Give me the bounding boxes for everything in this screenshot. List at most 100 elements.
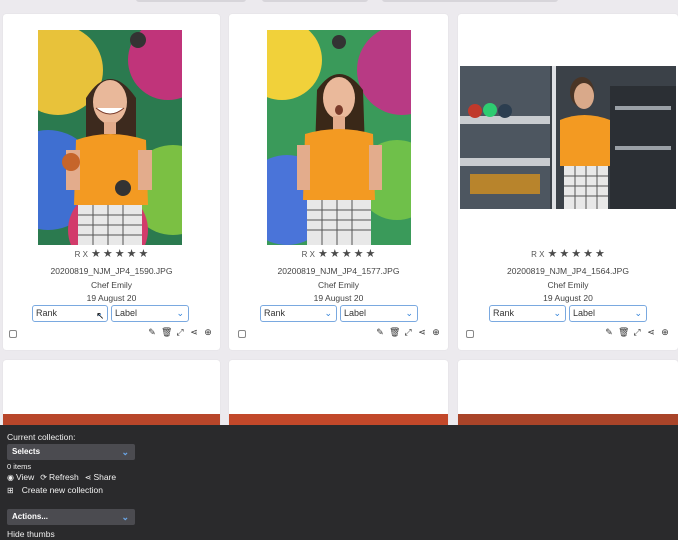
star-icon[interactable]: ★ — [547, 249, 557, 260]
expand-icon[interactable]: ⤢ — [403, 327, 413, 338]
label-select[interactable]: Label ⌄ — [111, 305, 189, 322]
star-icon[interactable]: ★ — [583, 249, 593, 260]
star-icon[interactable]: ★ — [330, 249, 340, 260]
caption: Chef Emily — [90, 280, 133, 290]
share-icon[interactable]: ⋖ — [417, 327, 427, 338]
star-icon[interactable]: ★ — [354, 249, 364, 260]
select-checkbox[interactable] — [9, 330, 17, 338]
thumbnail-image[interactable] — [38, 30, 182, 245]
thumbnail-card[interactable] — [458, 360, 678, 430]
rating-flags[interactable]: R X — [75, 250, 88, 259]
share-label: Share — [93, 472, 117, 482]
date: 19 August 20 — [86, 293, 137, 303]
star-icon[interactable]: ★ — [365, 249, 375, 260]
label-select-label: Label — [344, 308, 367, 318]
top-strip — [0, 0, 678, 6]
plus-circle-icon[interactable]: ⊕ — [660, 327, 670, 338]
label-select[interactable]: Label ⌄ — [340, 305, 418, 322]
plus-circle-icon[interactable]: ⊕ — [431, 327, 441, 338]
caption: Chef Emily — [547, 280, 589, 290]
refresh-link[interactable]: ⟳ Refresh — [40, 472, 78, 482]
label-select[interactable]: Label ⌄ — [569, 305, 647, 322]
date: 19 August 20 — [313, 293, 364, 303]
star-icon[interactable]: ★ — [138, 249, 148, 260]
actions-select[interactable]: Actions... ⌄ — [7, 509, 135, 525]
create-collection-link[interactable]: ⊞ Create new collection — [7, 485, 103, 495]
card-actions: ✎ 🗑 ⤢ ⋖ ⊕ — [375, 327, 441, 338]
rank-select-label: Rank — [264, 308, 286, 318]
label-select-label: Label — [573, 308, 596, 318]
rating-flags[interactable]: R X — [302, 250, 315, 259]
mouse-cursor-icon: ↖ — [96, 311, 105, 322]
rank-select-label: Rank — [493, 308, 515, 318]
thumbnail-image[interactable] — [267, 30, 411, 245]
star-icon[interactable]: ★ — [91, 249, 101, 260]
rank-select[interactable]: Rank ⌄ — [489, 305, 566, 322]
rating-flags[interactable]: R X — [531, 250, 544, 259]
chevron-down-icon: ⌄ — [324, 308, 332, 318]
thumbnail-image[interactable] — [460, 66, 676, 209]
star-icon[interactable]: ★ — [571, 249, 581, 260]
label-select-label: Label — [115, 308, 138, 318]
collection-select-label: Selects — [12, 447, 41, 456]
pencil-icon[interactable]: ✎ — [375, 327, 385, 338]
eye-icon: ◉ — [7, 473, 14, 482]
refresh-icon: ⟳ — [40, 473, 47, 482]
thumbnail-card[interactable]: R X ★ ★ ★ ★ ★ 20200819_NJM_JP4_1577.JPG … — [229, 14, 448, 350]
pencil-icon[interactable]: ✎ — [604, 327, 614, 338]
star-icon[interactable]: ★ — [115, 249, 125, 260]
plus-square-icon: ⊞ — [7, 485, 14, 495]
collection-panel: Current collection: Selects ⌄ 0 items ◉ V… — [0, 425, 678, 540]
rank-select[interactable]: Rank ⌄ — [260, 305, 337, 322]
star-icon[interactable]: ★ — [559, 249, 569, 260]
rank-select-label: Rank — [36, 308, 58, 318]
thumbnail-card[interactable] — [229, 360, 448, 430]
thumbnail-card[interactable] — [3, 360, 220, 430]
create-collection-label: Create new collection — [21, 485, 103, 495]
share-icon[interactable]: ⋖ — [646, 327, 656, 338]
star-icon[interactable]: ★ — [127, 249, 137, 260]
pencil-icon[interactable]: ✎ — [147, 327, 157, 338]
trash-icon[interactable]: 🗑 — [618, 327, 629, 338]
filename: 20200819_NJM_JP4_1564.JPG — [507, 266, 629, 276]
star-icon[interactable]: ★ — [103, 249, 113, 260]
card-actions: ✎ 🗑 ⤢ ⋖ ⊕ — [604, 327, 670, 338]
select-checkbox[interactable] — [238, 330, 246, 338]
share-link[interactable]: ⋖ Share — [85, 472, 116, 482]
rating-row: R X ★ ★ ★ ★ ★ — [229, 249, 448, 260]
share-icon: ⋖ — [84, 473, 92, 482]
date: 19 August 20 — [543, 293, 593, 303]
chevron-down-icon: ⌄ — [405, 308, 413, 318]
item-count: 0 items — [7, 462, 32, 471]
thumbnail-card[interactable]: R X ★ ★ ★ ★ ★ 20200819_NJM_JP4_1564.JPG … — [458, 14, 678, 350]
collection-links: ◉ View ⟳ Refresh ⋖ Share — [7, 472, 116, 482]
view-link[interactable]: ◉ View — [7, 472, 34, 482]
thumbnail-card[interactable]: R X ★ ★ ★ ★ ★ 20200819_NJM_JP4_1590.JPG … — [3, 14, 220, 350]
star-icon[interactable]: ★ — [318, 249, 328, 260]
expand-icon[interactable]: ⤢ — [175, 327, 185, 338]
actions-select-label: Actions... — [12, 512, 49, 521]
refresh-label: Refresh — [48, 472, 79, 482]
collection-select[interactable]: Selects ⌄ — [7, 444, 135, 460]
star-icon[interactable]: ★ — [595, 249, 605, 260]
chevron-down-icon: ⌄ — [553, 308, 561, 318]
trash-icon[interactable]: 🗑 — [389, 327, 400, 338]
chevron-down-icon: ⌄ — [121, 447, 129, 457]
hide-thumbs-link[interactable]: Hide thumbs — [7, 529, 55, 539]
chevron-down-icon: ⌄ — [121, 512, 129, 522]
view-label: View — [15, 472, 35, 482]
rating-row: R X ★ ★ ★ ★ ★ — [3, 249, 220, 260]
star-icon[interactable]: ★ — [342, 249, 352, 260]
chevron-down-icon: ⌄ — [634, 308, 642, 318]
trash-icon[interactable]: 🗑 — [161, 327, 172, 338]
filename: 20200819_NJM_JP4_1577.JPG — [277, 266, 400, 276]
chevron-down-icon: ⌄ — [176, 308, 184, 318]
card-actions: ✎ 🗑 ⤢ ⋖ ⊕ — [147, 327, 213, 338]
filename: 20200819_NJM_JP4_1590.JPG — [50, 266, 173, 276]
collection-title: Current collection: — [7, 432, 76, 442]
select-checkbox[interactable] — [466, 330, 474, 338]
rating-row: R X ★ ★ ★ ★ ★ — [458, 249, 678, 260]
share-icon[interactable]: ⋖ — [189, 327, 199, 338]
plus-circle-icon[interactable]: ⊕ — [203, 327, 213, 338]
expand-icon[interactable]: ⤢ — [632, 327, 642, 338]
